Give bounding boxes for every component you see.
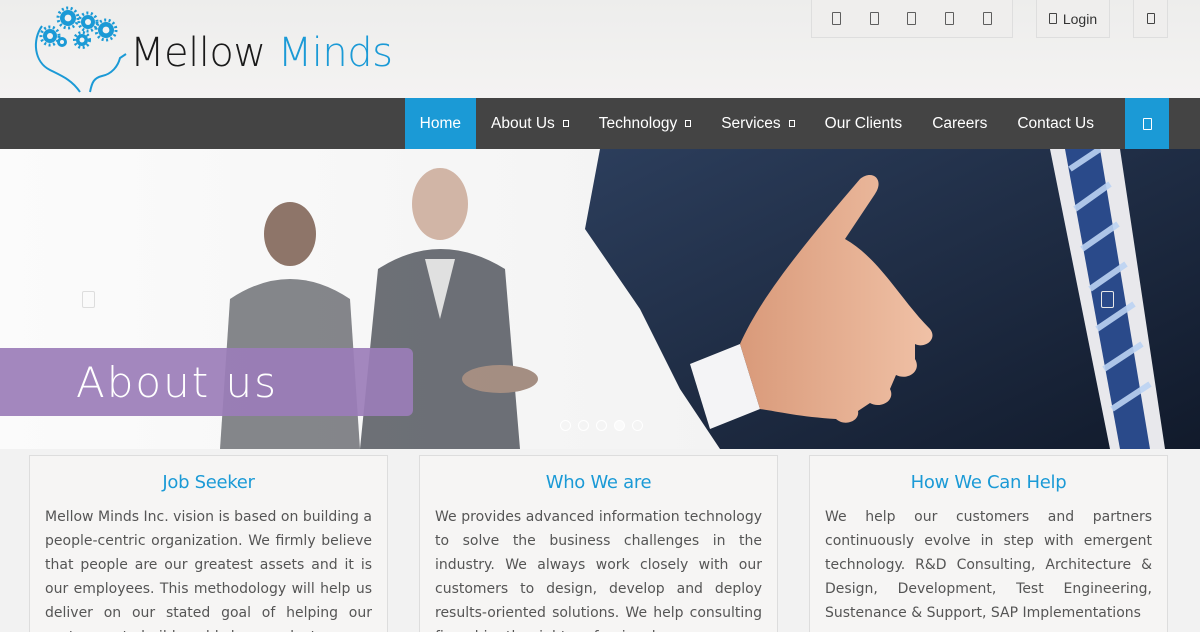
site-header: Mellow Minds Login [0, 0, 1200, 98]
slider-dot-3[interactable] [596, 420, 607, 431]
chevron-down-icon [685, 120, 692, 127]
nav-item-about-us[interactable]: About Us [476, 98, 584, 149]
nav-item-technology[interactable]: Technology [584, 98, 706, 149]
nav-item-home[interactable]: Home [404, 98, 477, 149]
google-plus-icon[interactable] [945, 12, 955, 25]
slider-prev-arrow[interactable] [82, 291, 95, 308]
hero-slider: About us [0, 149, 1200, 449]
user-icon [1048, 13, 1057, 24]
card-job-seeker: Job Seeker Mellow Minds Inc. vision is b… [29, 455, 388, 632]
slider-dot-1[interactable] [560, 420, 571, 431]
hero-banner: About us [0, 348, 413, 416]
nav-item-label: Services [721, 114, 781, 132]
twitter-icon[interactable] [869, 12, 879, 25]
card-title[interactable]: How We Can Help [825, 472, 1152, 493]
facebook-icon[interactable] [832, 12, 842, 25]
card-body: Mellow Minds Inc. vision is based on bui… [45, 509, 372, 632]
search-icon [1142, 117, 1152, 130]
card-title[interactable]: Job Seeker [45, 472, 372, 493]
slider-dot-5[interactable] [632, 420, 643, 431]
search-button[interactable] [1125, 98, 1169, 149]
nav-item-label: Contact Us [1017, 114, 1094, 132]
logo-word-minds: Minds [277, 30, 393, 76]
slider-dot-2[interactable] [578, 420, 589, 431]
card-body: We help our customers and partners conti… [825, 509, 1152, 621]
nav-item-label: Technology [598, 114, 678, 132]
hero-banner-text: About us [76, 357, 279, 407]
card-title[interactable]: Who We are [435, 472, 762, 493]
chevron-down-icon [562, 120, 569, 127]
main-nav: Home About Us Technology Services Our Cl… [0, 98, 1200, 149]
slider-dots [560, 420, 643, 431]
nav-item-label: About Us [491, 114, 555, 132]
social-links [811, 0, 1013, 38]
nav-item-contact-us[interactable]: Contact Us [1002, 98, 1109, 149]
slider-dot-4[interactable] [614, 420, 625, 431]
nav-item-careers[interactable]: Careers [917, 98, 1002, 149]
nav-item-our-clients[interactable]: Our Clients [810, 98, 918, 149]
chevron-down-icon [788, 120, 795, 127]
cart-button[interactable] [1133, 0, 1168, 38]
slider-next-arrow[interactable] [1101, 291, 1114, 308]
nav-item-services[interactable]: Services [706, 98, 809, 149]
card-how-we-can-help: How We Can Help We help our customers an… [809, 455, 1168, 632]
rss-icon[interactable] [982, 12, 992, 25]
nav-item-label: Home [419, 114, 462, 132]
linkedin-icon[interactable] [907, 12, 917, 25]
login-label: Login [1062, 10, 1098, 27]
logo-word-mellow: Mellow [130, 30, 266, 76]
card-who-we-are: Who We are We provides advanced informat… [419, 455, 778, 632]
logo-wordmark: Mellow Minds [130, 30, 393, 76]
card-body: We provides advanced information technol… [435, 509, 762, 632]
cart-icon [1146, 13, 1155, 24]
nav-item-label: Careers [932, 114, 988, 132]
site-logo[interactable]: Mellow Minds [28, 6, 408, 96]
nav-item-label: Our Clients [824, 114, 903, 132]
login-button[interactable]: Login [1036, 0, 1110, 38]
nav-menu: Home About Us Technology Services Our Cl… [404, 98, 1109, 149]
brain-gears-logo-icon [34, 6, 127, 93]
